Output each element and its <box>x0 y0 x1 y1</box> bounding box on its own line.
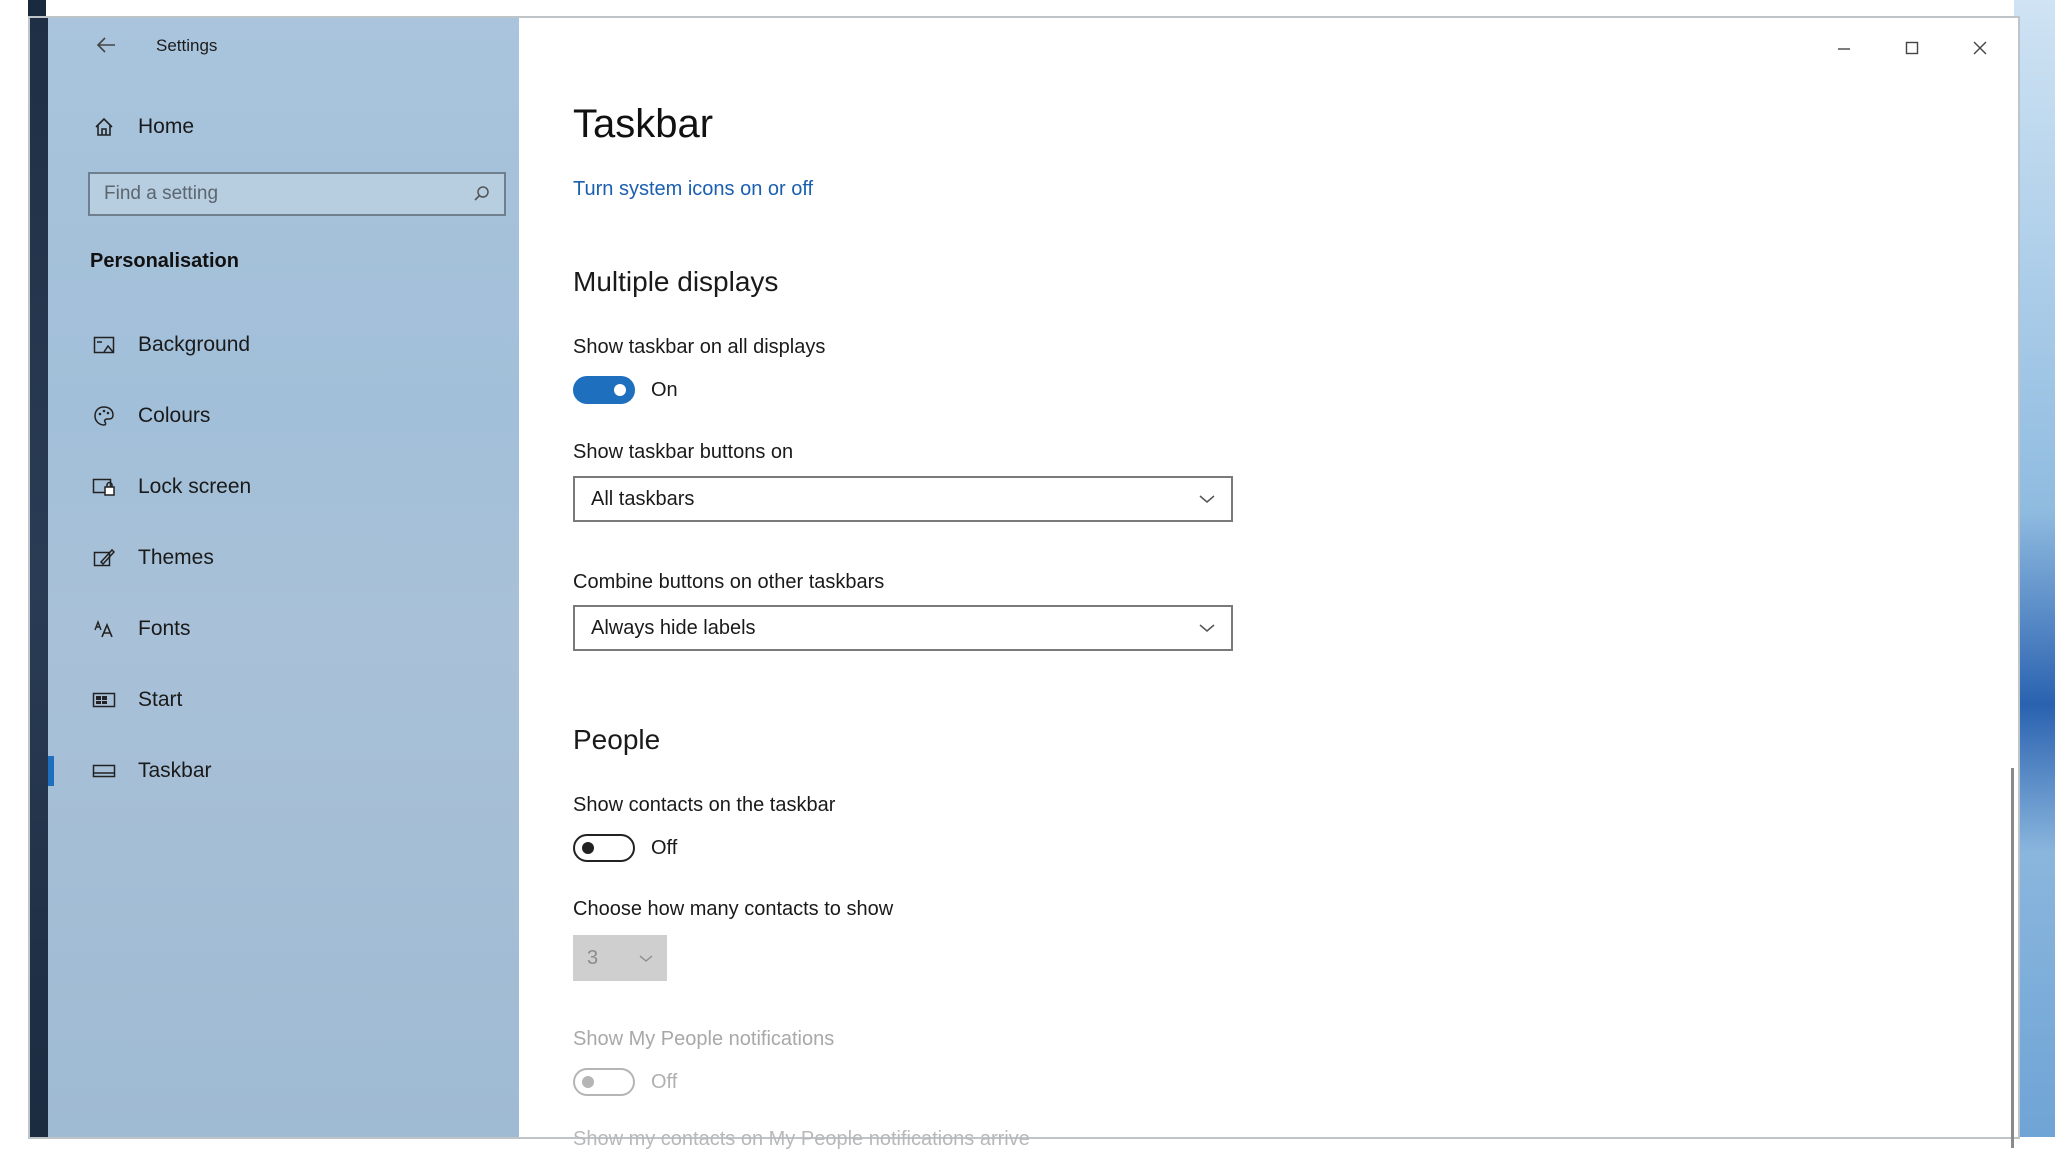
home-icon <box>92 115 116 139</box>
sidebar-item-label: Start <box>138 688 183 711</box>
toggle-knob <box>614 384 626 396</box>
sidebar-item-start[interactable]: Start <box>48 675 519 725</box>
system-icons-link[interactable]: Turn system icons on or off <box>573 178 813 201</box>
combine-buttons-dropdown[interactable]: Always hide labels <box>573 605 1233 651</box>
chevron-down-icon <box>1199 494 1215 504</box>
search-box[interactable] <box>88 172 506 216</box>
taskbar-buttons-on-dropdown[interactable]: All taskbars <box>573 476 1233 522</box>
dropdown-value: 3 <box>587 946 599 969</box>
sidebar-item-label: Home <box>138 115 195 138</box>
close-button[interactable] <box>1950 28 2010 68</box>
toggle-switch-disabled[interactable] <box>573 1068 635 1096</box>
toggle-switch-off[interactable] <box>573 834 635 862</box>
selected-indicator <box>48 756 54 786</box>
sidebar-item-themes[interactable]: Themes <box>48 533 519 583</box>
toggle-switch-on[interactable] <box>573 376 635 404</box>
toggle-knob <box>582 1076 594 1088</box>
dropdown-value: Always hide labels <box>591 616 756 639</box>
people-arrive-label: Show my contacts on My People notificati… <box>573 1128 1030 1150</box>
sidebar-item-colours[interactable]: Colours <box>48 391 519 441</box>
toggle-state-label: Off <box>651 1070 678 1093</box>
sidebar-item-label: Fonts <box>138 617 191 640</box>
people-heading: People <box>573 724 661 755</box>
scrollbar[interactable] <box>2011 768 2014 1148</box>
chevron-down-icon <box>1199 623 1215 633</box>
dropdown-value: All taskbars <box>591 487 695 510</box>
window-left-edge <box>30 18 48 1137</box>
show-taskbar-all-displays-label: Show taskbar on all displays <box>573 336 826 358</box>
sidebar-item-label: Taskbar <box>138 759 212 782</box>
search-input[interactable] <box>102 182 472 206</box>
fonts-icon <box>92 617 116 641</box>
contacts-count-label: Choose how many contacts to show <box>573 898 894 920</box>
search-icon[interactable] <box>472 184 492 204</box>
background-image-icon <box>92 333 116 357</box>
sidebar: Settings Home Personalisation Background <box>48 18 519 1137</box>
sidebar-item-fonts[interactable]: Fonts <box>48 604 519 654</box>
sidebar-item-label: Themes <box>138 546 214 569</box>
sidebar-item-label: Colours <box>138 404 211 427</box>
show-contacts-label: Show contacts on the taskbar <box>573 794 836 816</box>
lock-screen-icon <box>92 475 116 499</box>
show-taskbar-all-displays-toggle[interactable]: On <box>573 376 678 404</box>
window-controls <box>1814 28 2010 68</box>
section-heading-personalisation: Personalisation <box>90 250 239 272</box>
palette-icon <box>92 404 116 428</box>
start-icon <box>92 688 116 712</box>
settings-window: Settings Home Personalisation Background <box>30 18 2018 1150</box>
chevron-down-icon <box>639 954 653 963</box>
main-content: Taskbar Turn system icons on or off Mult… <box>519 18 2018 1150</box>
sidebar-item-home[interactable]: Home <box>48 102 519 152</box>
page-title: Taskbar <box>573 102 714 146</box>
sidebar-item-label: Background <box>138 333 251 356</box>
window-title: Settings <box>156 36 218 55</box>
toggle-knob <box>582 842 594 854</box>
toggle-state-label: Off <box>651 836 678 859</box>
desktop-background-right <box>2014 0 2055 1137</box>
toggle-state-label: On <box>651 378 678 401</box>
show-contacts-toggle[interactable]: Off <box>573 834 677 862</box>
sidebar-item-lock-screen[interactable]: Lock screen <box>48 462 519 512</box>
sidebar-item-taskbar[interactable]: Taskbar <box>48 746 519 796</box>
taskbar-icon <box>92 759 116 783</box>
taskbar-buttons-on-label: Show taskbar buttons on <box>573 441 794 463</box>
multiple-displays-heading: Multiple displays <box>573 266 779 297</box>
people-notifications-label: Show My People notifications <box>573 1028 835 1050</box>
sidebar-item-background[interactable]: Background <box>48 320 519 370</box>
people-notifications-toggle[interactable]: Off <box>573 1068 677 1096</box>
themes-icon <box>92 546 116 570</box>
combine-buttons-label: Combine buttons on other taskbars <box>573 571 885 593</box>
maximize-button[interactable] <box>1882 28 1942 68</box>
contacts-count-dropdown[interactable]: 3 <box>573 935 667 981</box>
sidebar-item-label: Lock screen <box>138 475 252 498</box>
minimize-button[interactable] <box>1814 28 1874 68</box>
back-arrow-icon[interactable] <box>88 28 124 62</box>
